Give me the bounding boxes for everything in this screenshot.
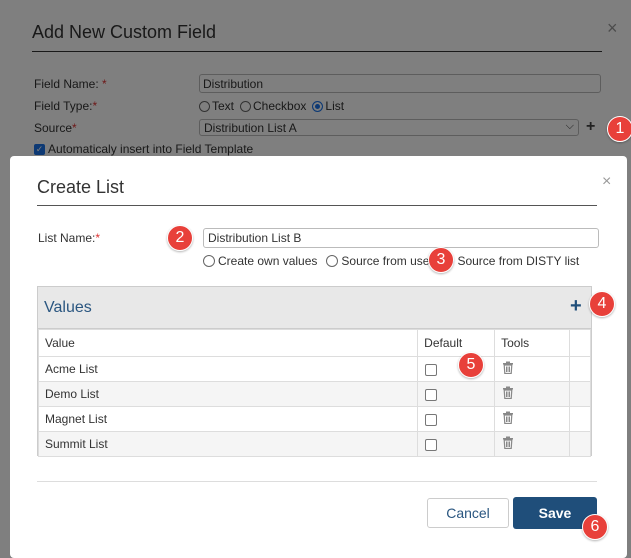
- tools-cell: [494, 406, 570, 432]
- column-header-tools: Tools: [494, 329, 570, 357]
- source-from-user-radio[interactable]: [326, 255, 339, 267]
- bg-dialog-title: Add New Custom Field: [32, 22, 217, 42]
- source-select-value: Distribution List A: [204, 121, 297, 135]
- default-cell: [417, 381, 496, 407]
- trash-icon[interactable]: [502, 361, 514, 377]
- default-cell: [417, 406, 496, 432]
- callout-badge-2: 2: [167, 225, 193, 251]
- spacer-cell: [569, 381, 591, 407]
- table-header-row: Value Default Tools: [37, 329, 591, 357]
- auto-insert-checkbox[interactable]: ✓ Automaticaly insert into Field Templat…: [34, 142, 253, 156]
- callout-badge-5: 5: [458, 352, 484, 378]
- value-text: Summit List: [45, 437, 108, 451]
- table-row: Demo List: [37, 381, 591, 407]
- column-header-default: Default: [417, 329, 496, 357]
- callout-badge-4: 4: [589, 291, 615, 317]
- value-cell: Summit List: [37, 431, 419, 457]
- list-name-label: List Name:*: [38, 231, 101, 245]
- create-own-values-radio[interactable]: [203, 255, 215, 267]
- source-from-user-label: Source from user: [341, 254, 434, 268]
- field-type-list-label: List: [325, 99, 345, 113]
- source-from-disty-option[interactable]: Source from DISTY list: [442, 254, 579, 268]
- spacer-cell: [569, 356, 591, 382]
- field-type-list-radio[interactable]: [312, 100, 324, 112]
- spacer-cell: [569, 431, 591, 457]
- default-checkbox[interactable]: [425, 388, 438, 401]
- tools-cell: [494, 431, 570, 457]
- field-type-label: Field Type:*: [34, 99, 98, 113]
- cancel-button[interactable]: Cancel: [427, 498, 509, 528]
- field-name-input[interactable]: [199, 74, 601, 93]
- list-source-radio-group: Create own values Source from user Sourc…: [203, 254, 588, 268]
- default-checkbox[interactable]: [425, 438, 438, 451]
- table-row: Summit List: [37, 431, 591, 457]
- auto-insert-label: Automaticaly insert into Field Template: [48, 142, 254, 156]
- bg-title-divider: [32, 51, 602, 52]
- source-label: Source*: [34, 121, 77, 135]
- column-header-value: Value: [37, 329, 419, 357]
- add-source-icon[interactable]: +: [586, 118, 595, 136]
- tools-cell: [494, 356, 570, 382]
- chevron-down-icon: ⌵: [565, 120, 574, 132]
- bg-close-icon[interactable]: ×: [607, 18, 618, 39]
- create-list-dialog: Create List × List Name:* Create own val…: [10, 156, 627, 558]
- field-type-text-label: Text: [212, 99, 235, 113]
- trash-icon[interactable]: [502, 411, 514, 427]
- default-checkbox[interactable]: [425, 413, 438, 426]
- default-cell: [417, 431, 496, 457]
- source-select[interactable]: Distribution List A ⌵: [199, 119, 579, 136]
- callout-badge-1: 1: [607, 116, 631, 142]
- value-text: Magnet List: [45, 412, 108, 426]
- value-cell: Acme List: [37, 356, 419, 382]
- list-name-input[interactable]: [203, 228, 599, 248]
- field-type-radio-group: Text Checkbox List: [199, 99, 344, 113]
- trash-icon[interactable]: [502, 436, 514, 452]
- value-cell: Magnet List: [37, 406, 419, 432]
- footer-divider: [37, 481, 597, 482]
- default-checkbox[interactable]: [425, 363, 438, 376]
- values-panel-header: Values +: [38, 287, 591, 329]
- spacer-cell: [569, 406, 591, 432]
- dialog-title-divider: [37, 205, 597, 206]
- field-name-label: Field Name: *: [34, 77, 107, 91]
- value-cell: Demo List: [37, 381, 419, 407]
- values-panel: Values + Value Default Tools Acme List De…: [37, 286, 592, 457]
- table-row: Magnet List: [37, 406, 591, 432]
- add-value-icon[interactable]: +: [570, 295, 582, 318]
- callout-badge-3: 3: [428, 247, 454, 273]
- value-text: Demo List: [45, 387, 100, 401]
- create-own-values-label: Create own values: [218, 254, 318, 268]
- source-from-user-option[interactable]: Source from user: [326, 254, 433, 268]
- callout-badge-6: 6: [582, 514, 608, 540]
- field-type-checkbox-radio[interactable]: [240, 100, 252, 112]
- create-own-values-option[interactable]: Create own values: [203, 254, 317, 268]
- values-panel-title: Values: [44, 299, 92, 316]
- values-table: Value Default Tools Acme List Demo List Ma…: [37, 329, 591, 457]
- value-text: Acme List: [45, 362, 98, 376]
- close-icon[interactable]: ×: [602, 173, 611, 191]
- checkbox-checked-icon: ✓: [34, 143, 45, 155]
- trash-icon[interactable]: [502, 386, 514, 402]
- field-type-checkbox-label: Checkbox: [253, 99, 307, 113]
- field-type-text-radio[interactable]: [199, 100, 210, 112]
- tools-cell: [494, 381, 570, 407]
- dialog-title: Create List: [37, 177, 125, 197]
- table-row: Acme List: [37, 356, 591, 382]
- column-header-spacer: [569, 329, 591, 357]
- source-from-disty-label: Source from DISTY list: [457, 254, 580, 268]
